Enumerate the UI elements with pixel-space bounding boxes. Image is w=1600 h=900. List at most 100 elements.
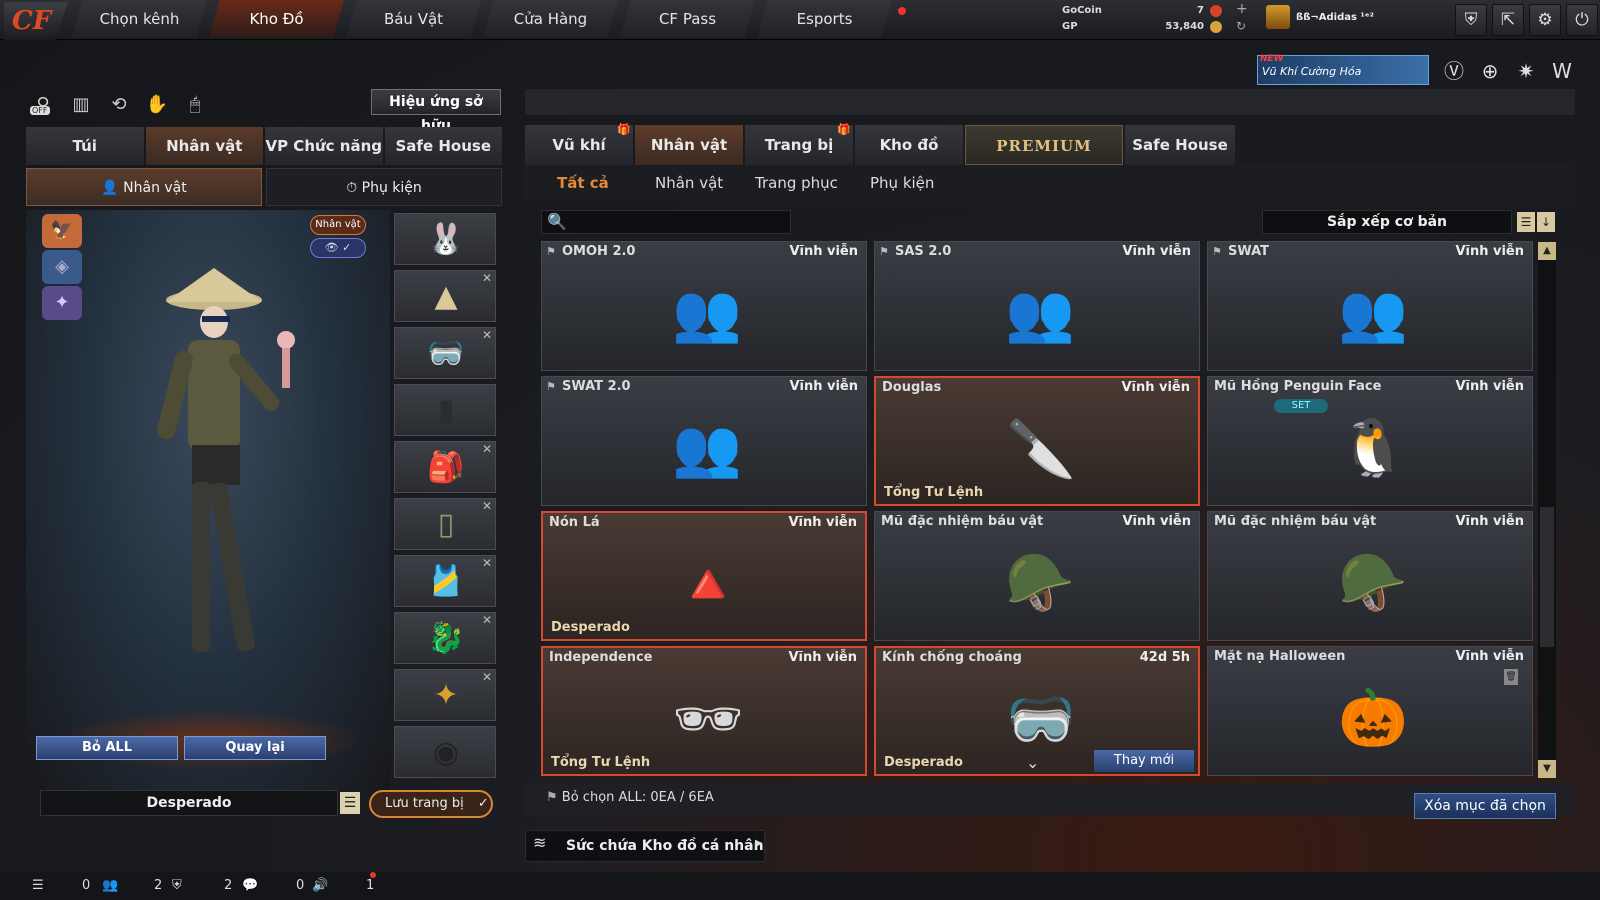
filter-costume[interactable]: Trang phục [755, 165, 838, 201]
scroll-down-icon[interactable]: ▼ [1538, 760, 1556, 778]
pin-icon[interactable]: ⚑ [879, 245, 889, 258]
cf-logo[interactable]: CF [4, 2, 68, 40]
left-tab-character[interactable]: Nhân vật [145, 127, 263, 165]
nav-tab-inventory[interactable]: Kho Đồ [209, 0, 344, 38]
nav-tab-shop[interactable]: Cửa Hàng [483, 0, 618, 38]
speaker-icon[interactable]: 🔊 [312, 876, 328, 896]
scroll-up-icon[interactable]: ▲ [1538, 242, 1556, 260]
view-toggle-badge[interactable]: 👁 ✓ [310, 238, 366, 258]
slot-belt[interactable]: ✕ 🎽 [394, 555, 496, 607]
subtab-character[interactable]: 👤 Nhân vật [26, 168, 262, 206]
close-icon[interactable]: ✕ [482, 271, 492, 285]
tab-character[interactable]: Nhân vật [635, 125, 743, 165]
slot-armband[interactable]: ✕ ▯ [394, 498, 496, 550]
exit-room-icon[interactable]: ⇱ [1492, 4, 1524, 36]
history-icon[interactable]: ⟲ [106, 92, 132, 118]
v-badge-icon[interactable]: Ⓥ [1440, 58, 1468, 84]
left-tab-bag[interactable]: Túi [26, 127, 144, 165]
clan-icon[interactable]: ⛨ [172, 876, 182, 896]
item-card[interactable]: Nón Lá Vĩnh viễn 🔺 Desperado [541, 511, 867, 641]
target-icon[interactable]: ✷ [1512, 58, 1540, 84]
tab-weapons[interactable]: Vũ khí 🎁 [525, 123, 633, 165]
slot-empty[interactable]: ▮ [394, 384, 496, 436]
slot-gold-item[interactable]: ✕ ✦ [394, 669, 496, 721]
bird-class-icon[interactable]: ✦ [42, 286, 82, 320]
close-icon[interactable]: ✕ [482, 670, 492, 684]
slot-backpack[interactable]: ✕ 🎒 [394, 441, 496, 493]
nav-tab-esports[interactable]: Esports [757, 0, 892, 38]
filter-accessory[interactable]: Phụ kiện [870, 165, 934, 201]
shield-icon[interactable]: ⛨ [1455, 4, 1487, 36]
item-card[interactable]: Independence Vĩnh viễn 🕶 Tổng Tư Lệnh [541, 646, 867, 776]
trash-icon[interactable]: 🗑 [1504, 669, 1518, 685]
hand-icon[interactable]: ✋ [144, 92, 170, 118]
slot-eyewear[interactable]: ✕ 🥽 [394, 327, 496, 379]
chevron-right-icon[interactable]: ▶ [755, 838, 763, 849]
pin-icon[interactable]: ⚑ [546, 380, 556, 393]
tab-premium[interactable]: PREMIUM [965, 125, 1123, 165]
item-scrollbar[interactable]: ▲ ▼ [1538, 242, 1556, 778]
item-card[interactable]: Douglas Vĩnh viễn 🔪 Tổng Tư Lệnh [874, 376, 1200, 506]
stats-icon[interactable]: ▥ [68, 92, 94, 118]
nav-tab-treasure[interactable]: Báu Vật [346, 0, 481, 38]
chevron-down-icon[interactable]: ⌄ [1026, 753, 1039, 772]
tab-safe-house[interactable]: Safe House [1125, 125, 1235, 165]
close-icon[interactable]: ✕ [482, 556, 492, 570]
item-card[interactable]: ⚑ SWAT Vĩnh viễn 👥 [1207, 241, 1533, 371]
filter-character[interactable]: Nhân vật [655, 165, 723, 201]
deselect-all[interactable]: ⚑ Bỏ chọn ALL: 0EA / 6EA [546, 790, 714, 805]
eagle-class-icon[interactable]: 🦅 [42, 214, 82, 248]
list-view-icon[interactable]: ☰ [1517, 212, 1535, 232]
item-card[interactable]: ⚑ OMOH 2.0 Vĩnh viễn 👥 [541, 241, 867, 371]
tab-storage[interactable]: Kho đồ [855, 125, 963, 165]
left-tab-vp-functions[interactable]: VP Chức năng [265, 127, 383, 165]
close-icon[interactable]: ✕ [482, 613, 492, 627]
close-icon[interactable]: ✕ [482, 328, 492, 342]
storage-capacity[interactable]: Sức chứa Kho đồ cá nhân [525, 830, 765, 862]
promo-banner[interactable]: NEW Vũ Khí Cường Hóa [1257, 54, 1429, 85]
item-card[interactable]: Kính chống choáng 42d 5h 🥽 Desperado ⌄ Thay m… [874, 646, 1200, 776]
sort-arrow-icon[interactable]: ↓ [1537, 212, 1555, 232]
back-button[interactable]: Quay lại [184, 736, 326, 760]
mouse-icon[interactable]: 🖱 [182, 92, 208, 118]
mask-class-icon[interactable]: ◈ [42, 250, 82, 284]
character-toggle-badge[interactable]: Nhân vật ✓ [310, 215, 366, 248]
close-icon[interactable]: ✕ [482, 442, 492, 456]
tab-equipment[interactable]: Trang bị 🎁 [745, 123, 853, 165]
slot-pet[interactable]: 🐰 [394, 213, 496, 265]
subtab-accessories[interactable]: ⏱ Phụ kiện [266, 168, 502, 206]
save-loadout-button[interactable]: Lưu trang bị ✓ [369, 790, 493, 818]
globe-icon[interactable]: ⊕ [1476, 58, 1504, 84]
nav-tab-cfpass[interactable]: CF Pass [620, 0, 755, 38]
scroll-thumb[interactable] [1540, 507, 1554, 647]
remove-all-button[interactable]: Bỏ ALL [36, 736, 178, 760]
friends-icon[interactable]: 👥 [102, 876, 118, 896]
slot-ring[interactable]: ◉ [394, 726, 496, 778]
item-card[interactable]: ⚑ SWAT 2.0 Vĩnh viễn 👥 [541, 376, 867, 506]
power-icon[interactable]: ⏻ [1566, 4, 1598, 36]
filter-all[interactable]: Tất cả [557, 165, 609, 201]
gear-icon[interactable]: ⚙ [1529, 4, 1561, 36]
preset-name[interactable]: Desperado [40, 790, 338, 816]
renew-button[interactable]: Thay mới [1094, 750, 1194, 772]
item-card[interactable]: Mũ Hồng Penguin Face Vĩnh viễn 🐧 SET [1207, 376, 1533, 506]
user-info[interactable]: ßß¬Adidas ¹ᵉ² [1266, 5, 1374, 29]
sort-dropdown[interactable]: Sắp xếp cơ bản [1262, 210, 1512, 234]
owned-effects-button[interactable]: Hiệu ứng sở hữu [371, 89, 501, 134]
add-coin-icon[interactable]: + [1236, 1, 1248, 17]
nav-tab-channel[interactable]: Chọn kênh [72, 0, 207, 38]
slot-dragon[interactable]: ✕ 🐉 [394, 612, 496, 664]
close-icon[interactable]: ✕ [482, 499, 492, 513]
search-input[interactable] [541, 210, 791, 234]
pin-icon[interactable]: ⚑ [1212, 245, 1222, 258]
item-card[interactable]: Mặt nạ Halloween Vĩnh viễn 🎃 🗑 [1207, 646, 1533, 776]
item-card[interactable]: Mũ đặc nhiệm báu vật Vĩnh viễn 🪖 [1207, 511, 1533, 641]
left-tab-safe-house[interactable]: Safe House [384, 127, 502, 165]
pin-icon[interactable]: ⚑ [546, 245, 556, 258]
list-icon[interactable]: ☰ [32, 876, 44, 896]
chat-icon[interactable]: 💬 [242, 876, 258, 896]
slot-hat[interactable]: ✕ ▲ [394, 270, 496, 322]
menu-icon[interactable]: ☰ [340, 792, 360, 814]
item-card[interactable]: ⚑ SAS 2.0 Vĩnh viễn 👥 [874, 241, 1200, 371]
w-logo-icon[interactable]: W [1548, 58, 1576, 84]
